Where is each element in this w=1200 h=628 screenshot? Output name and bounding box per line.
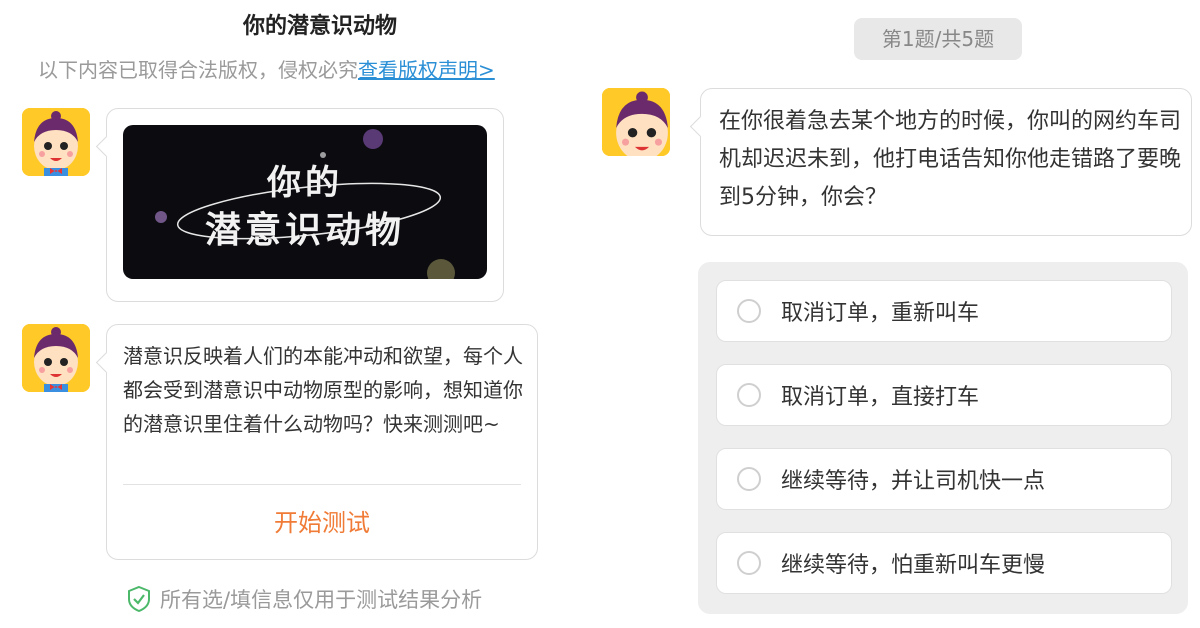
option-label: 继续等待，怕重新叫车更慢 bbox=[781, 553, 1046, 578]
answer-option[interactable]: 取消订单，直接打车 bbox=[716, 364, 1172, 426]
cartoon-baby-icon bbox=[602, 88, 670, 156]
privacy-text: 所有选/填信息仅用于测试结果分析 bbox=[160, 588, 483, 612]
avatar bbox=[22, 108, 90, 176]
banner-bubble: 你的 潜意识动物 bbox=[106, 108, 504, 302]
copyright-notice: 以下内容已取得合法版权，侵权必究查看版权声明> bbox=[38, 54, 495, 83]
shield-check-icon bbox=[128, 585, 150, 613]
radio-icon[interactable] bbox=[737, 299, 761, 323]
quiz-banner: 你的 潜意识动物 bbox=[123, 125, 487, 279]
answer-option[interactable]: 取消订单，重新叫车 bbox=[716, 280, 1172, 342]
banner-title-line1: 你的 bbox=[267, 163, 343, 203]
cartoon-baby-icon bbox=[22, 108, 90, 176]
radio-icon[interactable] bbox=[737, 467, 761, 491]
divider bbox=[123, 484, 521, 485]
answer-option[interactable]: 继续等待，怕重新叫车更慢 bbox=[716, 532, 1172, 594]
cartoon-baby-icon bbox=[22, 324, 90, 392]
option-label: 继续等待，并让司机快一点 bbox=[781, 469, 1046, 494]
intro-bubble: 潜意识反映着人们的本能冲动和欲望，每个人都会受到潜意识中动物原型的影响，想知道你… bbox=[106, 324, 538, 560]
copyright-notice-text: 以下内容已取得合法版权，侵权必究 bbox=[38, 58, 358, 82]
banner-title-line2: 潜意识动物 bbox=[204, 209, 405, 251]
radio-icon[interactable] bbox=[737, 383, 761, 407]
question-bubble: 在你很着急去某个地方的时候，你叫的网约车司机却迟迟未到，他打电话告知你他走错路了… bbox=[700, 88, 1192, 236]
option-label: 取消订单，直接打车 bbox=[781, 385, 980, 410]
option-label: 取消订单，重新叫车 bbox=[781, 301, 980, 326]
avatar bbox=[602, 88, 670, 156]
privacy-note: 所有选/填信息仅用于测试结果分析 bbox=[126, 584, 482, 614]
start-test-button[interactable]: 开始测试 bbox=[107, 503, 537, 538]
answer-option[interactable]: 继续等待，并让司机快一点 bbox=[716, 448, 1172, 510]
copyright-link[interactable]: 查看版权声明> bbox=[358, 58, 495, 82]
question-counter: 第1题/共5题 bbox=[854, 18, 1022, 60]
intro-description: 潜意识反映着人们的本能冲动和欲望，每个人都会受到潜意识中动物原型的影响，想知道你… bbox=[123, 344, 523, 436]
avatar bbox=[22, 324, 90, 392]
radio-icon[interactable] bbox=[737, 551, 761, 575]
options-panel: 取消订单，重新叫车 取消订单，直接打车 继续等待，并让司机快一点 继续等待，怕重… bbox=[698, 262, 1188, 614]
page-title: 你的潜意识动物 bbox=[242, 14, 397, 39]
question-text: 在你很着急去某个地方的时候，你叫的网约车司机却迟迟未到，他打电话告知你他走错路了… bbox=[719, 109, 1182, 210]
